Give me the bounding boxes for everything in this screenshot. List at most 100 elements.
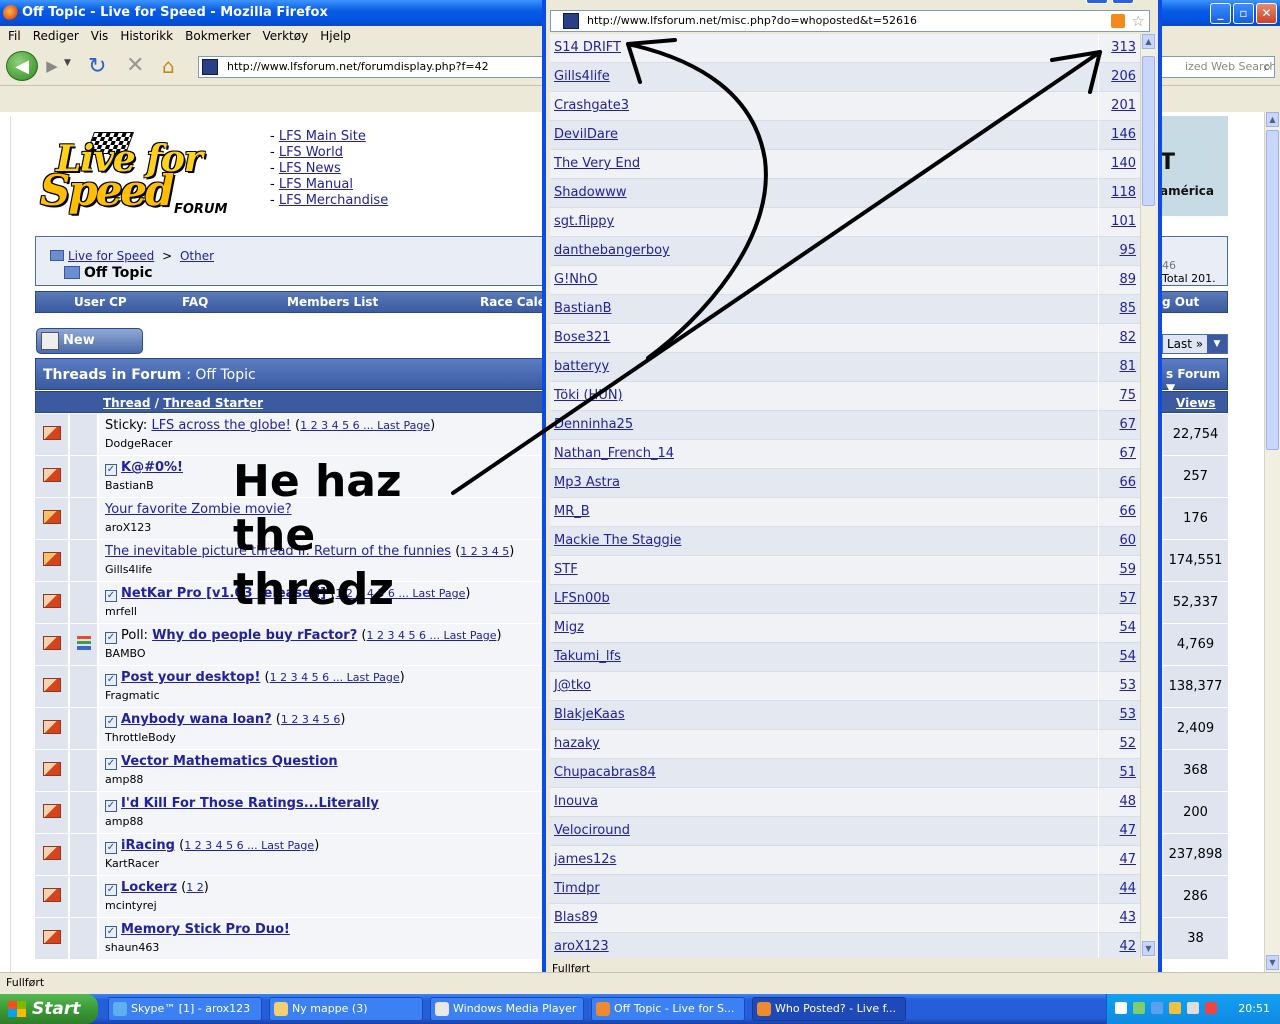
history-dropdown-icon[interactable]: ▼	[64, 58, 78, 68]
thread-title-link[interactable]: Lockerz	[121, 880, 177, 895]
sort-by-starter-link[interactable]: Thread Starter	[163, 396, 263, 410]
post-count-link[interactable]: 82	[1102, 330, 1136, 345]
members-list-link[interactable]: Members List	[287, 295, 378, 309]
popup-scrollbar-thumb[interactable]	[1142, 56, 1155, 206]
poster-name-link[interactable]: Bose321	[554, 330, 610, 345]
lfs-forum-logo[interactable]: Live for Speed FORUM	[36, 132, 260, 218]
post-count-link[interactable]: 66	[1102, 504, 1136, 519]
post-count-link[interactable]: 47	[1102, 823, 1136, 838]
post-count-link[interactable]: 66	[1102, 475, 1136, 490]
new-thread-button[interactable]: New Thread	[36, 328, 143, 372]
site-link[interactable]: LFS World	[279, 145, 343, 160]
tray-arrow-icon[interactable]	[1115, 1002, 1127, 1014]
search-icon[interactable]: ⌕	[1264, 58, 1271, 77]
thread-title-link[interactable]: Post your desktop!	[121, 670, 260, 685]
close-button[interactable]: ✕	[1256, 3, 1277, 24]
menu-item-0[interactable]: Fil	[4, 26, 29, 46]
thread-title-link[interactable]: Memory Stick Pro Duo!	[121, 922, 290, 937]
taskbar-item[interactable]: Off Topic - Live for S...	[591, 997, 745, 1021]
thread-title-link[interactable]: iRacing	[121, 838, 175, 853]
popup-scroll-up-icon[interactable]: ▲	[1142, 34, 1155, 49]
taskbar-item[interactable]: Skype™ [1] - arox123	[108, 997, 262, 1021]
menu-item-1[interactable]: Rediger	[29, 26, 87, 46]
post-count-link[interactable]: 81	[1102, 359, 1136, 374]
thread-title-link[interactable]: I'd Kill For Those Ratings...Literally	[121, 796, 379, 811]
post-count-link[interactable]: 43	[1102, 910, 1136, 925]
stop-icon[interactable]: ✕	[126, 53, 144, 78]
thread-title-link[interactable]: K@#0%!	[121, 460, 183, 475]
poster-name-link[interactable]: S14 DRIFT	[554, 40, 621, 55]
scroll-down-icon[interactable]: ▼	[1266, 955, 1279, 970]
thread-page-links[interactable]: 1 2 3 4 5 6 ... Last Page	[270, 671, 400, 684]
poster-name-link[interactable]: Töki (HUN)	[554, 388, 623, 403]
poster-name-link[interactable]: BlakjeKaas	[554, 707, 625, 722]
poster-name-link[interactable]: aroX123	[554, 939, 609, 954]
menu-item-4[interactable]: Bokmerker	[181, 26, 258, 46]
poster-name-link[interactable]: Inouva	[554, 794, 598, 809]
poster-name-link[interactable]: james12s	[554, 852, 616, 867]
taskbar-item[interactable]: Ny mappe (3)	[269, 997, 423, 1021]
poster-name-link[interactable]: STF	[554, 562, 578, 577]
sort-by-thread-link[interactable]: Thread	[103, 396, 150, 410]
post-count-link[interactable]: 201	[1102, 98, 1136, 113]
menu-item-2[interactable]: Vis	[87, 26, 117, 46]
post-count-link[interactable]: 44	[1102, 881, 1136, 896]
poster-name-link[interactable]: Timdpr	[554, 881, 600, 896]
right-banner[interactable]: T américa	[1160, 116, 1228, 216]
poster-name-link[interactable]: Crashgate3	[554, 98, 629, 113]
page-scrollbar[interactable]: ▲ ▼	[1264, 112, 1280, 972]
poster-name-link[interactable]: DevilDare	[554, 127, 618, 142]
poster-name-link[interactable]: Takumi_lfs	[554, 649, 621, 664]
tray-security-icon[interactable]	[1205, 1002, 1217, 1014]
menu-item-3[interactable]: Historikk	[116, 26, 181, 46]
thread-title-link[interactable]: Vector Mathematics Question	[121, 754, 338, 769]
minimize-button[interactable]: _	[1210, 3, 1231, 24]
post-count-link[interactable]: 57	[1102, 591, 1136, 606]
poster-name-link[interactable]: LFSn00b	[554, 591, 610, 606]
site-link[interactable]: LFS News	[279, 161, 341, 176]
site-link[interactable]: LFS Main Site	[279, 129, 366, 144]
poster-name-link[interactable]: Chupacabras84	[554, 765, 656, 780]
post-count-link[interactable]: 89	[1102, 272, 1136, 287]
post-count-link[interactable]: 146	[1102, 127, 1136, 142]
post-count-link[interactable]: 60	[1102, 533, 1136, 548]
post-count-link[interactable]: 51	[1102, 765, 1136, 780]
poster-name-link[interactable]: The Very End	[554, 156, 640, 171]
rss-feed-icon[interactable]	[1111, 14, 1125, 28]
poster-name-link[interactable]: MR_B	[554, 504, 590, 519]
post-count-link[interactable]: 54	[1102, 649, 1136, 664]
tray-network-icon[interactable]	[1151, 1002, 1163, 1014]
popup-scroll-down-icon[interactable]: ▼	[1142, 941, 1155, 956]
menu-item-6[interactable]: Hjelp	[316, 26, 359, 46]
poster-name-link[interactable]: Velociround	[554, 823, 630, 838]
post-count-link[interactable]: 67	[1102, 417, 1136, 432]
menu-item-5[interactable]: Verktøy	[259, 26, 317, 46]
post-count-link[interactable]: 53	[1102, 707, 1136, 722]
tray-warning-icon[interactable]	[1169, 1002, 1181, 1014]
popup-url-bar[interactable]: http://www.lfsforum.net/misc.php?do=whop…	[550, 10, 1150, 32]
post-count-link[interactable]: 85	[1102, 301, 1136, 316]
thread-page-links[interactable]: 1 2	[186, 881, 204, 894]
post-count-link[interactable]: 140	[1102, 156, 1136, 171]
post-count-link[interactable]: 52	[1102, 736, 1136, 751]
post-count-link[interactable]: 313	[1102, 40, 1136, 55]
post-count-link[interactable]: 206	[1102, 69, 1136, 84]
site-link[interactable]: LFS Merchandise	[279, 193, 388, 208]
post-count-link[interactable]: 47	[1102, 852, 1136, 867]
poster-name-link[interactable]: sgt.flippy	[554, 214, 614, 229]
poster-name-link[interactable]: Mp3 Astra	[554, 475, 620, 490]
poster-name-link[interactable]: J@tko	[554, 678, 591, 693]
post-count-link[interactable]: 48	[1102, 794, 1136, 809]
poster-name-link[interactable]: Gills4life	[554, 69, 610, 84]
thread-page-links[interactable]: 1 2 3 4 5 6 ... Last Page	[300, 419, 430, 432]
post-count-link[interactable]: 118	[1102, 185, 1136, 200]
post-count-link[interactable]: 42	[1102, 939, 1136, 954]
start-button[interactable]: Start	[0, 994, 98, 1024]
tray-volume-icon[interactable]	[1187, 1002, 1199, 1014]
popup-minimize-button[interactable]	[1086, 0, 1108, 4]
sort-by-views-link[interactable]: Views	[1176, 396, 1216, 410]
scroll-up-icon[interactable]: ▲	[1266, 112, 1279, 127]
home-icon[interactable]: ⌂	[162, 54, 175, 78]
poster-name-link[interactable]: Denninha25	[554, 417, 633, 432]
maximize-button[interactable]: ▫	[1233, 3, 1254, 24]
